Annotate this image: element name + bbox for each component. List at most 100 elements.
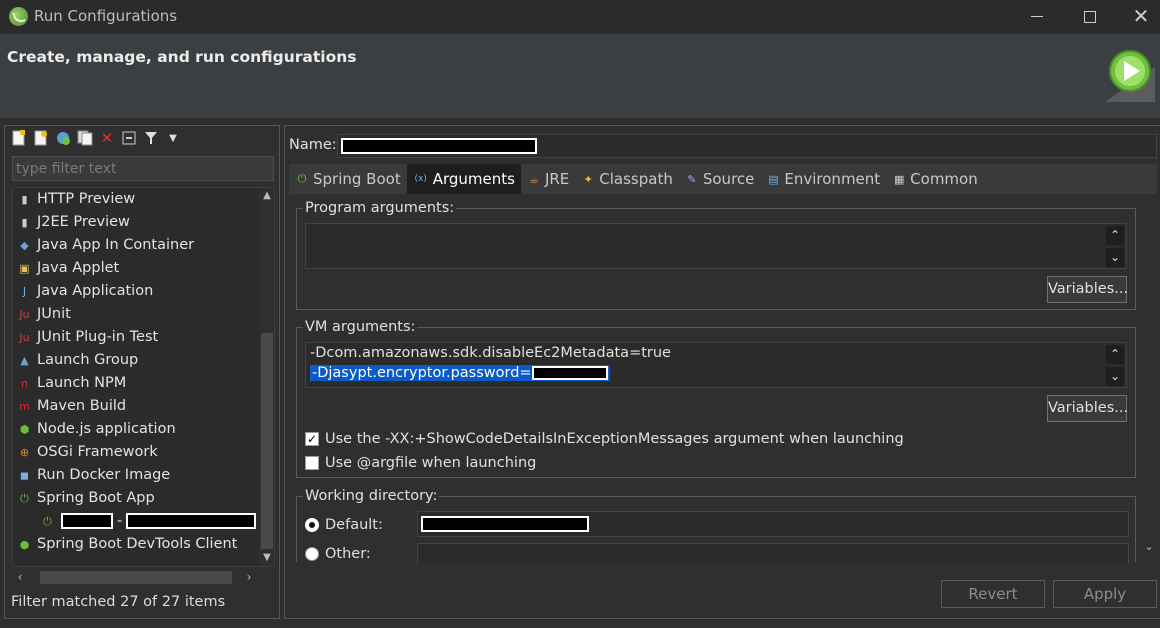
tree-item[interactable]: ⏻ Spring Boot App (13, 487, 258, 510)
tree-item[interactable]: ● Spring Boot DevTools Client (13, 533, 258, 556)
vm-arguments-input[interactable]: -Dcom.amazonaws.sdk.disableEc2Metadata=t… (305, 342, 1127, 388)
window-title: Run Configurations (34, 7, 178, 25)
tab-jre[interactable]: ☕ JRE (521, 164, 575, 194)
tree-item[interactable]: ▮ HTTP Preview (13, 188, 258, 211)
tree-item[interactable]: ▲ Launch Group (13, 349, 258, 372)
tree-item[interactable]: ▣ Java Applet (13, 257, 258, 280)
collapse-all-icon[interactable] (120, 129, 138, 147)
program-arguments-input[interactable]: ⌃ ⌄ (305, 223, 1127, 269)
tree-item[interactable]: ▮ J2EE Preview (13, 211, 258, 234)
show-code-details-checkbox-row[interactable]: ✓ Use the -XX:+ShowCodeDetailsInExceptio… (305, 431, 904, 447)
source-icon: ✎ (687, 172, 697, 186)
dropdown-icon[interactable]: ▼ (164, 129, 182, 147)
tree-item[interactable]: ⬢ Node.js application (13, 418, 258, 441)
tree-item-label: OSGi Framework (37, 444, 158, 460)
scroll-down-icon[interactable]: ⌄ (1140, 540, 1158, 556)
default-radio-row[interactable]: Default: (305, 517, 383, 533)
nodejs-icon: ⬢ (19, 423, 30, 436)
config-editor-panel: Name: ⏻ Spring Boot (x) Arguments ☕ JRE ✦ Class… (284, 125, 1160, 619)
docker-icon: ◼ (19, 469, 30, 482)
show-code-details-checkbox[interactable]: ✓ (305, 432, 319, 446)
minimize-button[interactable] (1014, 0, 1060, 34)
tree-item-label: HTTP Preview (37, 191, 136, 207)
tree-item[interactable]: n Launch NPM (13, 372, 258, 395)
argfile-checkbox[interactable] (305, 456, 319, 470)
editor-scrollbar[interactable]: ⌄ (1140, 198, 1158, 556)
header-title: Create, manage, and run configurations (7, 48, 357, 66)
tree-item[interactable]: m Maven Build (13, 395, 258, 418)
npm-icon: n (21, 377, 28, 390)
j2ee-preview-icon: ▮ (21, 216, 28, 229)
spring-devtools-icon: ● (19, 538, 30, 551)
other-radio-row[interactable]: Other: (305, 547, 371, 561)
name-label: Name: (289, 137, 337, 153)
name-field[interactable] (337, 134, 1157, 158)
scroll-down-icon[interactable]: ⌄ (1106, 248, 1124, 267)
working-directory-group: Working directory: Default: Other: (296, 488, 1136, 563)
dialog-header: Create, manage, and run configurations (0, 34, 1160, 118)
tab-common[interactable]: ▦ Common (886, 164, 984, 194)
tree-item-label: Run Docker Image (37, 467, 171, 483)
default-directory-field[interactable] (417, 511, 1129, 537)
scroll-thumb[interactable] (261, 333, 273, 549)
tab-arguments[interactable]: (x) Arguments (406, 164, 521, 194)
new-prototype-icon[interactable] (32, 129, 50, 147)
scroll-right-icon[interactable]: › (241, 569, 257, 586)
tab-label: JRE (544, 170, 570, 188)
environment-icon: ▤ (768, 172, 779, 186)
program-args-scroll[interactable]: ⌃ ⌄ (1106, 226, 1124, 270)
tree-item-label: Java Application (37, 283, 154, 299)
tree-item[interactable]: Ju JUnit (13, 303, 258, 326)
export-icon[interactable] (54, 129, 72, 147)
tree-item[interactable]: ⊕ OSGi Framework (13, 441, 258, 464)
tree-item[interactable]: Ju JUnit Plug-in Test (13, 326, 258, 349)
tree-item[interactable]: ◆ Java App In Container (13, 234, 258, 257)
scroll-up-icon[interactable]: ▲ (259, 188, 274, 204)
tab-spring-boot[interactable]: ⏻ Spring Boot (289, 164, 407, 194)
delete-icon[interactable]: ✕ (98, 129, 116, 147)
tab-environment[interactable]: ▤ Environment (760, 164, 886, 194)
maven-icon: m (19, 400, 30, 413)
tab-source[interactable]: ✎ Source (679, 164, 761, 194)
spring-boot-icon: ⏻ (20, 492, 29, 505)
spring-app-icon (9, 7, 28, 26)
scroll-left-icon[interactable]: ‹ (12, 569, 28, 586)
tree-item[interactable]: ⏻ - (13, 510, 258, 533)
program-arguments-title: Program arguments: (303, 200, 457, 216)
other-radio[interactable] (305, 547, 319, 561)
scroll-down-icon[interactable]: ⌄ (1106, 367, 1124, 386)
tree-item-label: - (117, 513, 123, 529)
default-radio[interactable] (305, 518, 319, 532)
tree-horizontal-scrollbar[interactable]: ‹ › (12, 569, 257, 586)
apply-button[interactable]: Apply (1053, 580, 1157, 608)
vm-args-scroll[interactable]: ⌃ ⌄ (1106, 345, 1124, 389)
duplicate-icon[interactable] (76, 129, 94, 147)
list-toolbar: ✕ ▼ (10, 129, 182, 147)
config-tree: ▮ HTTP Preview ▮ J2EE Preview ◆ Java App In C… (12, 187, 275, 567)
config-list-panel: ✕ ▼ ▮ HTTP Preview ▮ J2EE Preview ◆ Java App … (4, 125, 280, 619)
tree-vertical-scrollbar[interactable]: ▲ ▼ (259, 188, 274, 566)
other-directory-field[interactable] (417, 543, 1129, 563)
filter-icon[interactable] (142, 129, 160, 147)
tree-item-label: Java Applet (37, 260, 120, 276)
close-button[interactable]: ✕ (1118, 0, 1160, 34)
maximize-button[interactable] (1067, 0, 1113, 34)
hscroll-thumb[interactable] (40, 571, 232, 584)
scroll-down-icon[interactable]: ▼ (259, 550, 274, 566)
tree-item[interactable]: ◼ Run Docker Image (13, 464, 258, 487)
scroll-up-icon[interactable]: ⌃ (1106, 345, 1124, 364)
scroll-up-icon[interactable]: ⌃ (1106, 226, 1124, 245)
vm-args-variables-button[interactable]: Variables... (1047, 395, 1128, 422)
junit-icon: Ju (19, 308, 30, 321)
tree-item[interactable]: J Java Application (13, 280, 258, 303)
program-arguments-group: Program arguments: ⌃ ⌄ Variables... (296, 200, 1136, 310)
filter-input[interactable] (12, 156, 274, 181)
tree-item-label: JUnit (37, 306, 71, 322)
revert-button[interactable]: Revert (941, 580, 1045, 608)
program-args-variables-button[interactable]: Variables... (1047, 276, 1128, 303)
new-config-icon[interactable] (10, 129, 28, 147)
launch-group-icon: ▲ (20, 354, 29, 367)
tab-classpath[interactable]: ✦ Classpath (575, 164, 679, 194)
argfile-checkbox-row[interactable]: Use @argfile when launching (305, 455, 536, 471)
tree-item-label: Node.js application (37, 421, 176, 437)
